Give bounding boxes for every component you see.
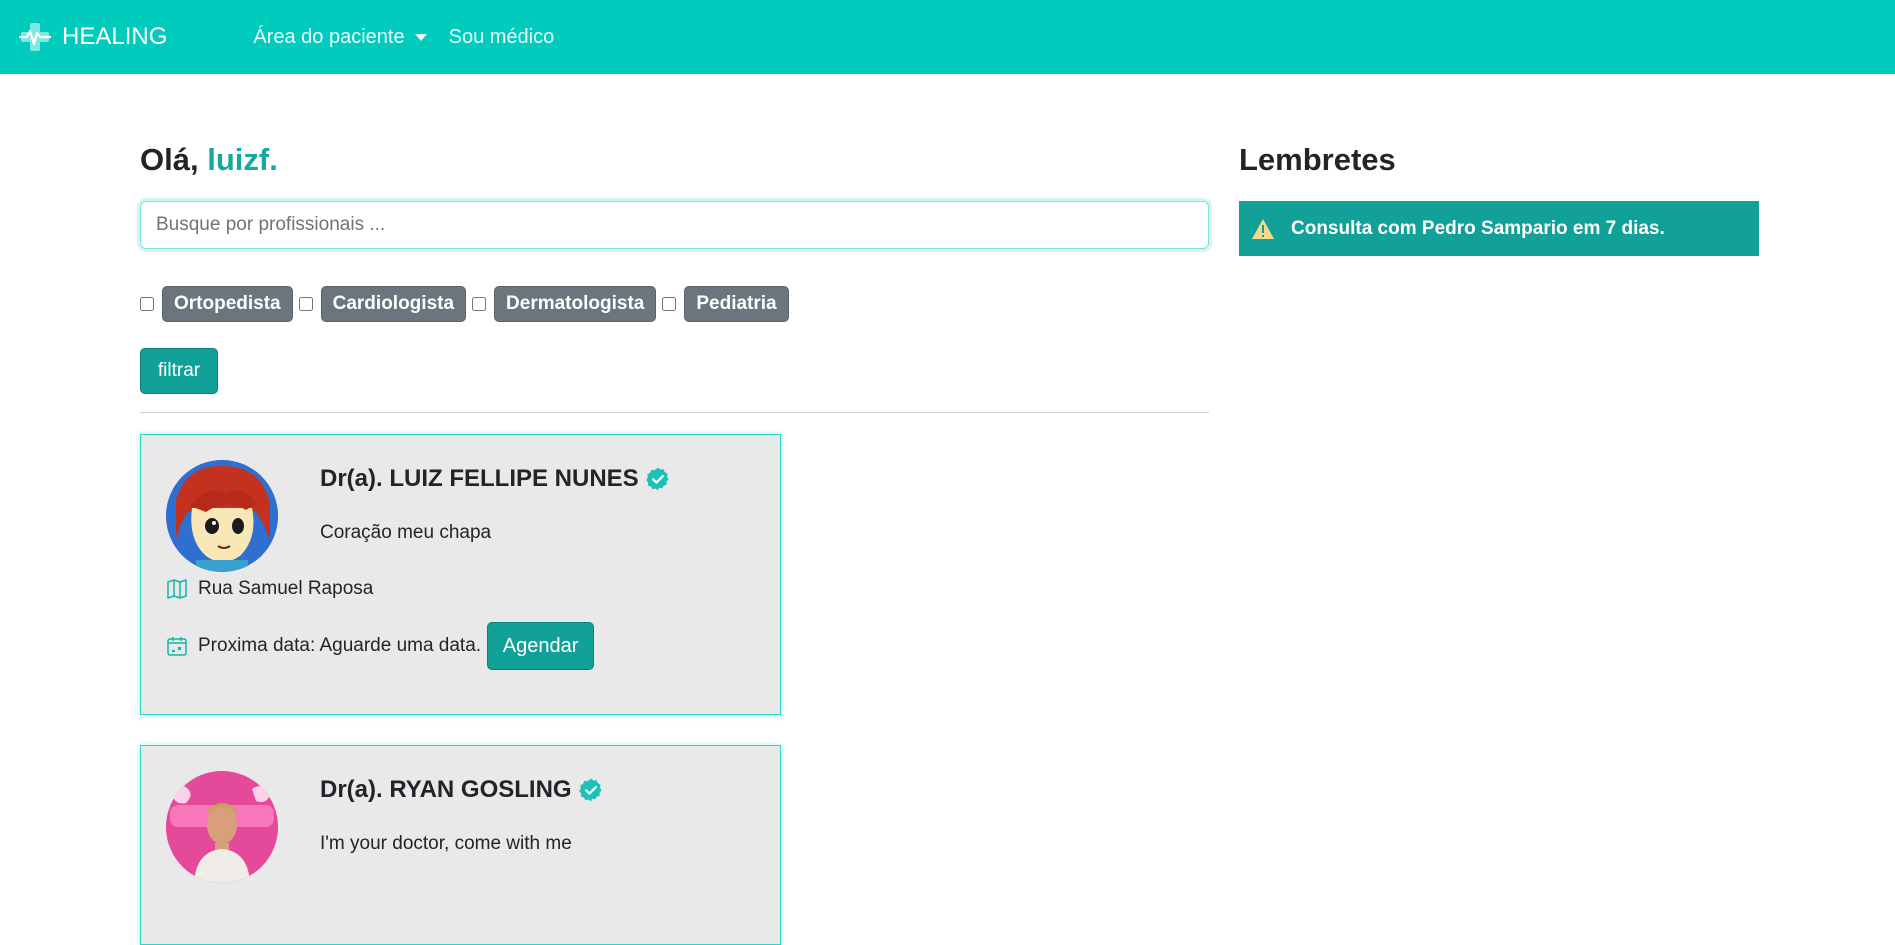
- specialty-filters: Ortopedista Cardiologista Dermatologista…: [140, 286, 795, 322]
- doctor-avatar[interactable]: [166, 771, 278, 883]
- nav-patient-area-label: Área do paciente: [253, 25, 405, 48]
- reminder-text: Consulta com Pedro Sampario em 7 dias.: [1291, 217, 1665, 239]
- verified-badge-icon: [645, 467, 669, 491]
- heartbeat-cross-logo-icon: [19, 23, 51, 51]
- schedule-button[interactable]: Agendar: [487, 622, 595, 670]
- filter-button[interactable]: filtrar: [140, 348, 218, 394]
- search-input[interactable]: [140, 201, 1209, 249]
- calendar-icon: [167, 637, 187, 656]
- doctor-avatar[interactable]: [166, 460, 278, 572]
- nav-patient-area-dropdown[interactable]: Área do paciente: [253, 25, 427, 49]
- brand[interactable]: HEALING: [18, 20, 167, 54]
- nav-links: Área do paciente Sou médico: [253, 26, 554, 49]
- doctor-address: Rua Samuel Raposa: [166, 578, 373, 600]
- filter-badge-cardiologista: Cardiologista: [320, 286, 467, 322]
- nav-doctor-link[interactable]: Sou médico: [449, 26, 555, 49]
- doctor-card: Dr(a). LUIZ FELLIPE NUNES Coração meu ch…: [140, 434, 781, 715]
- verified-badge-icon: [578, 778, 602, 802]
- doctor-specialty: I'm your doctor, come with me: [320, 833, 572, 854]
- brand-name: HEALING: [62, 23, 168, 50]
- filter-dermatologista[interactable]: Dermatologista: [472, 286, 657, 322]
- doctor-name-text: Dr(a). RYAN GOSLING: [320, 776, 572, 803]
- map-icon: [167, 579, 187, 599]
- doctor-address-text: Rua Samuel Raposa: [198, 578, 374, 599]
- chevron-down-icon: [414, 33, 427, 41]
- doctor-name: Dr(a). LUIZ FELLIPE NUNES: [320, 465, 671, 493]
- username: luizf.: [207, 142, 278, 177]
- top-navbar: HEALING Área do paciente Sou médico: [0, 0, 1895, 74]
- filter-ortopedista[interactable]: Ortopedista: [140, 286, 293, 322]
- doctor-next-date: Proxima data: Aguarde uma data. Agendar: [166, 622, 595, 670]
- filter-checkbox-pediatria[interactable]: [662, 297, 677, 311]
- reminder-alert: Consulta com Pedro Sampario em 7 dias.: [1239, 201, 1759, 256]
- doctor-avatar-image: [166, 460, 278, 572]
- filter-badge-dermatologista: Dermatologista: [494, 286, 657, 322]
- doctor-avatar-image: [166, 771, 278, 883]
- filter-checkbox-cardiologista[interactable]: [298, 297, 313, 311]
- filter-pediatria[interactable]: Pediatria: [662, 286, 789, 322]
- warning-icon: [1252, 218, 1274, 239]
- doctor-next-date-text: Proxima data: Aguarde uma data.: [198, 635, 482, 656]
- doctor-specialty: Coração meu chapa: [320, 522, 492, 543]
- doctor-name-text: Dr(a). LUIZ FELLIPE NUNES: [320, 465, 639, 492]
- filter-checkbox-ortopedista[interactable]: [140, 297, 154, 311]
- doctor-name: Dr(a). RYAN GOSLING: [320, 776, 604, 804]
- reminders-title: Lembretes: [1239, 142, 1396, 177]
- filter-badge-pediatria: Pediatria: [684, 286, 789, 322]
- doctor-card: Dr(a). RYAN GOSLING I'm your doctor, com…: [140, 745, 781, 945]
- divider: [140, 412, 1209, 413]
- nav-doctor-label: Sou médico: [448, 25, 555, 48]
- page-greeting: Olá, luizf.: [140, 142, 278, 178]
- filter-badge-ortopedista: Ortopedista: [162, 286, 293, 322]
- filter-checkbox-dermatologista[interactable]: [472, 297, 487, 311]
- filter-cardiologista[interactable]: Cardiologista: [298, 286, 467, 322]
- greeting-prefix: Olá,: [140, 142, 208, 177]
